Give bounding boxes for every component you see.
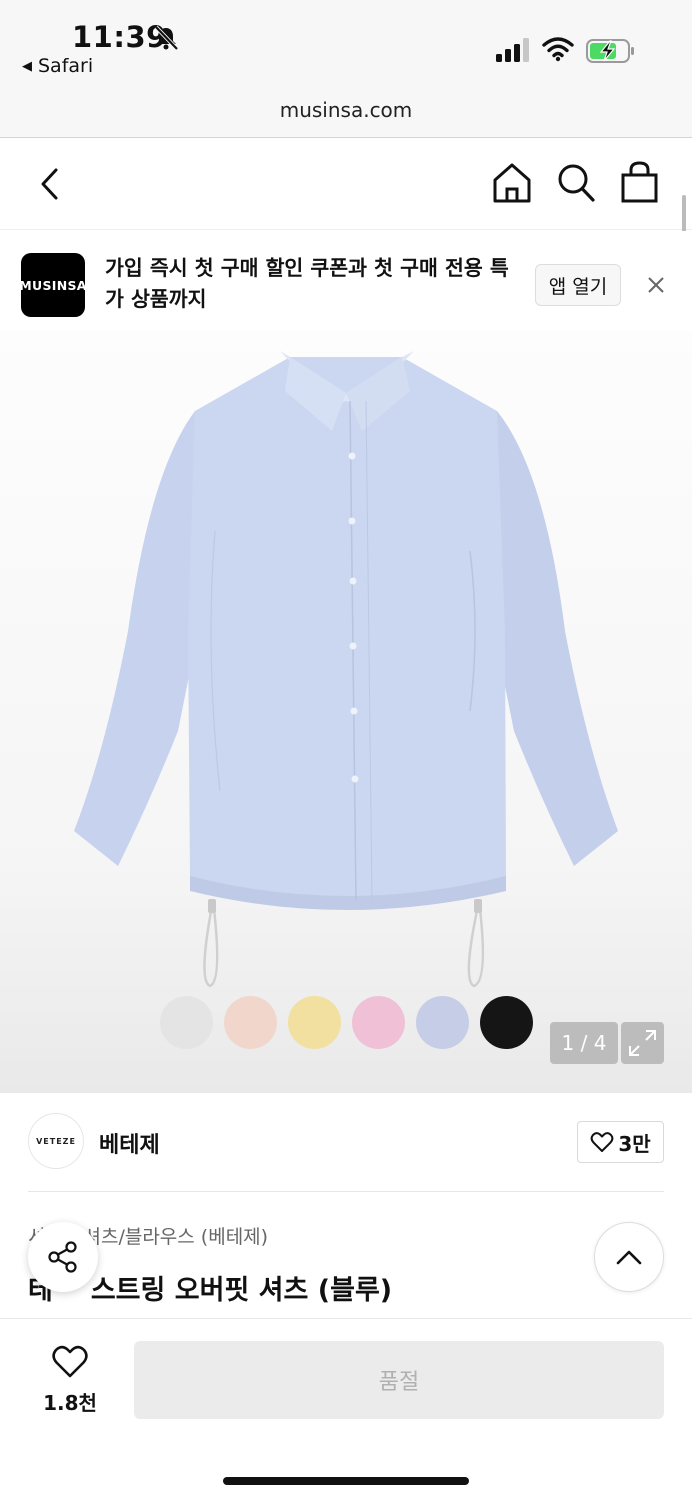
- color-swatch[interactable]: [352, 996, 405, 1049]
- brand-logo[interactable]: VETEZE: [28, 1113, 84, 1169]
- chevron-left-icon[interactable]: [36, 166, 64, 202]
- musinsa-logo: MUSINSA: [19, 253, 86, 317]
- back-app-label: Safari: [38, 55, 94, 77]
- wishlist-count: 1.8천: [43, 1391, 97, 1415]
- purchase-bar: 1.8천 품절: [0, 1318, 692, 1500]
- cellular-signal-icon: [496, 38, 529, 62]
- close-icon[interactable]: [644, 273, 668, 297]
- product-image-gallery[interactable]: 1 / 4: [0, 331, 692, 1093]
- status-bar: 11:39 ◀ Safari: [0, 0, 692, 88]
- heart-icon: [590, 1132, 614, 1152]
- address-url[interactable]: musinsa.com: [0, 98, 692, 122]
- home-icon[interactable]: [492, 162, 532, 204]
- home-indicator[interactable]: [223, 1477, 469, 1485]
- back-to-app-link[interactable]: ◀ Safari: [22, 55, 93, 77]
- sold-out-button[interactable]: 품절: [134, 1341, 664, 1419]
- banner-message: 가입 즉시 첫 구매 할인 쿠폰과 첫 구매 전용 특가 상품까지: [105, 256, 509, 311]
- brand-name[interactable]: 베테제: [99, 1127, 160, 1159]
- color-swatch[interactable]: [224, 996, 277, 1049]
- top-navigation: [0, 138, 692, 230]
- color-swatch[interactable]: [416, 996, 469, 1049]
- color-swatches: [160, 996, 533, 1049]
- brand-like-count: 3만: [618, 1131, 651, 1156]
- image-counter: 1 / 4: [550, 1022, 618, 1064]
- title-text: 스트링 오버핏 셔츠 (블루): [90, 1275, 393, 1306]
- wishlist-button[interactable]: 1.8천: [34, 1345, 106, 1416]
- share-button[interactable]: [28, 1222, 98, 1292]
- divider: [28, 1191, 664, 1192]
- wifi-icon: [542, 37, 574, 62]
- search-icon[interactable]: [556, 162, 596, 204]
- category-label: 셔츠/블라우스 (베테제): [83, 1226, 269, 1248]
- chevron-up-icon: [616, 1250, 642, 1265]
- color-swatch[interactable]: [480, 996, 533, 1049]
- brand-like-button[interactable]: 3만: [577, 1121, 664, 1163]
- bell-muted-icon: [154, 25, 179, 51]
- open-app-button[interactable]: 앱 열기: [535, 264, 621, 306]
- browser-address-bar[interactable]: musinsa.com: [0, 88, 692, 138]
- back-triangle-icon: ◀: [22, 58, 32, 74]
- share-icon: [48, 1241, 77, 1273]
- expand-icon: [629, 1030, 656, 1056]
- battery-charging-icon: [586, 39, 634, 63]
- expand-button[interactable]: [621, 1022, 664, 1064]
- heart-icon: [52, 1345, 88, 1378]
- product-shirt-image: [74, 351, 618, 988]
- brand-row: VETEZE 베테제 3만: [0, 1093, 692, 1193]
- app-install-banner: MUSINSA 가입 즉시 첫 구매 할인 쿠폰과 첫 구매 전용 특가 상품까…: [0, 231, 692, 331]
- color-swatch[interactable]: [160, 996, 213, 1049]
- shopping-bag-icon[interactable]: [620, 160, 660, 204]
- color-swatch[interactable]: [288, 996, 341, 1049]
- scroll-to-top-button[interactable]: [594, 1222, 664, 1292]
